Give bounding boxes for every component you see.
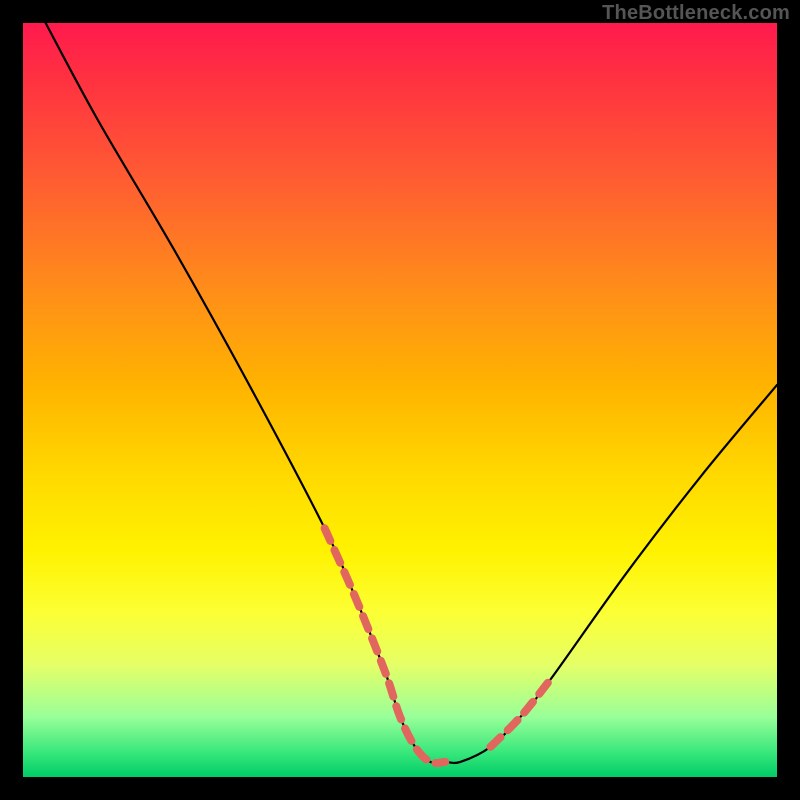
curve-highlight-right [490,679,550,747]
curve-main [46,23,777,763]
curve-highlight-left [325,528,446,763]
watermark-text: TheBottleneck.com [602,2,790,25]
chart-svg [23,23,777,777]
chart-area [23,23,777,777]
